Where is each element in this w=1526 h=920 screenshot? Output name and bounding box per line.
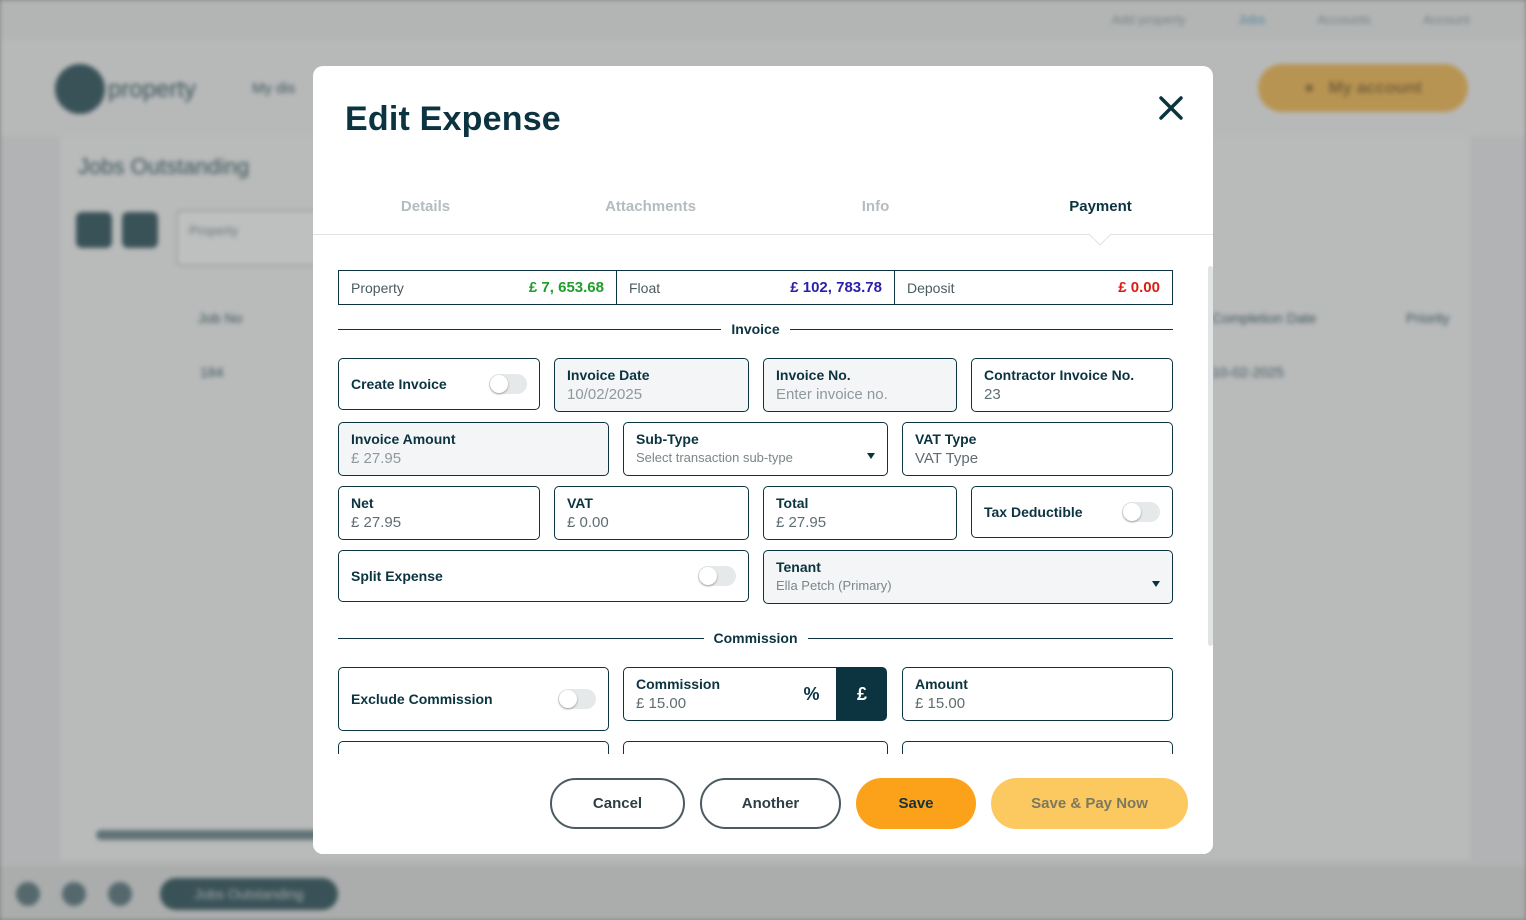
field-label: Invoice No. [776, 367, 851, 383]
sub-type-placeholder: Select transaction sub-type [636, 450, 793, 465]
balance-value: £ 0.00 [1118, 279, 1160, 296]
section-title: Invoice [731, 321, 780, 337]
modal-title: Edit Expense [345, 100, 561, 138]
field-label: Split Expense [351, 568, 443, 584]
tab-details[interactable]: Details [313, 198, 538, 215]
tenant-value: Ella Petch (Primary) [776, 578, 892, 593]
field-label: VAT Type [915, 431, 977, 447]
field-label: Exclude Commission [351, 691, 493, 707]
contractor-invoice-no-input[interactable]: 23 [984, 386, 1160, 403]
balance-label: Float [629, 279, 661, 296]
invoice-date-field: Invoice Date 10/02/2025 [554, 358, 749, 412]
vat-field: VAT £ 0.00 [554, 486, 749, 540]
active-tab-caret-icon [1089, 234, 1111, 246]
save-and-pay-button[interactable]: Save & Pay Now [991, 778, 1188, 829]
section-title: Commission [713, 630, 798, 646]
commission-unit-toggle: % £ [787, 667, 887, 721]
sub-type-select[interactable]: Sub-Type Select transaction sub-type [623, 422, 888, 476]
tax-deductible-field: Tax Deductible [971, 486, 1173, 538]
balance-label: Deposit [907, 279, 955, 296]
create-invoice-toggle[interactable] [489, 374, 527, 394]
amount-field: Amount £ 15.00 [902, 667, 1173, 721]
balance-value: £ 7, 653.68 [528, 279, 604, 296]
field-label: Invoice Date [567, 367, 650, 383]
field-label: Contractor Invoice No. [984, 367, 1135, 383]
field-label: Tenant [776, 559, 821, 575]
chevron-down-icon [867, 453, 875, 459]
commission-field: Commission £ 15.00 [623, 667, 788, 721]
field-label: Create Invoice [351, 376, 447, 392]
field-label: Total [776, 495, 809, 511]
net-input[interactable]: £ 27.95 [351, 514, 527, 531]
vat-input[interactable]: £ 0.00 [567, 514, 736, 531]
balance-float: Float £ 102, 783.78 [617, 271, 895, 304]
save-button[interactable]: Save [856, 778, 976, 829]
field-label: Commission [636, 676, 721, 692]
amount-input[interactable]: £ 15.00 [915, 695, 1160, 712]
close-button[interactable] [1153, 90, 1189, 126]
invoice-no-field: Invoice No. Enter invoice no. [763, 358, 957, 412]
exclude-commission-toggle[interactable] [558, 689, 596, 709]
invoice-no-input[interactable]: Enter invoice no. [776, 386, 944, 403]
pound-unit-button[interactable]: £ [837, 667, 887, 721]
split-expense-toggle[interactable] [698, 566, 736, 586]
field-label: Net [351, 495, 374, 511]
commission-section-divider: Commission [338, 628, 1174, 648]
field-label: VAT [567, 495, 593, 511]
tab-bar: Details Attachments Info Payment [313, 184, 1213, 235]
vat-type-input[interactable]: VAT Type [915, 450, 1160, 467]
field-label: Tax Deductible [984, 504, 1083, 520]
tenant-select[interactable]: Tenant Ella Petch (Primary) [763, 550, 1173, 604]
invoice-date-input[interactable]: 10/02/2025 [567, 386, 736, 403]
tab-info[interactable]: Info [763, 198, 988, 215]
vat-type-field[interactable]: VAT Type VAT Type [902, 422, 1173, 476]
vertical-scrollbar[interactable] [1208, 266, 1213, 646]
balance-label: Property [351, 279, 404, 296]
balance-value: £ 102, 783.78 [790, 279, 882, 296]
split-expense-field: Split Expense [338, 550, 749, 602]
net-field: Net £ 27.95 [338, 486, 540, 540]
total-input[interactable]: £ 27.95 [776, 514, 944, 531]
commission-input[interactable]: £ 15.00 [636, 695, 775, 712]
field-label: Amount [915, 676, 968, 692]
exclude-commission-field: Exclude Commission [338, 667, 609, 731]
field-label: Sub-Type [636, 431, 699, 447]
invoice-section-divider: Invoice [338, 319, 1173, 339]
contractor-invoice-no-field: Contractor Invoice No. 23 [971, 358, 1173, 412]
tab-payment[interactable]: Payment [988, 198, 1213, 215]
tax-deductible-toggle[interactable] [1122, 502, 1160, 522]
balance-deposit: Deposit £ 0.00 [895, 271, 1172, 304]
chevron-down-icon [1152, 581, 1160, 587]
invoice-amount-input[interactable]: £ 27.95 [351, 450, 596, 467]
cancel-button[interactable]: Cancel [550, 778, 685, 829]
total-field: Total £ 27.95 [763, 486, 957, 540]
create-invoice-field: Create Invoice [338, 358, 540, 410]
another-button[interactable]: Another [700, 778, 841, 829]
edit-expense-modal: Edit Expense Details Attachments Info Pa… [313, 66, 1213, 854]
field-label: Invoice Amount [351, 431, 456, 447]
close-icon [1159, 96, 1183, 120]
balance-summary: Property £ 7, 653.68 Float £ 102, 783.78… [338, 270, 1173, 305]
percent-unit-button[interactable]: % [787, 667, 837, 721]
tab-attachments[interactable]: Attachments [538, 198, 763, 215]
invoice-amount-field: Invoice Amount £ 27.95 [338, 422, 609, 476]
balance-property: Property £ 7, 653.68 [339, 271, 617, 304]
